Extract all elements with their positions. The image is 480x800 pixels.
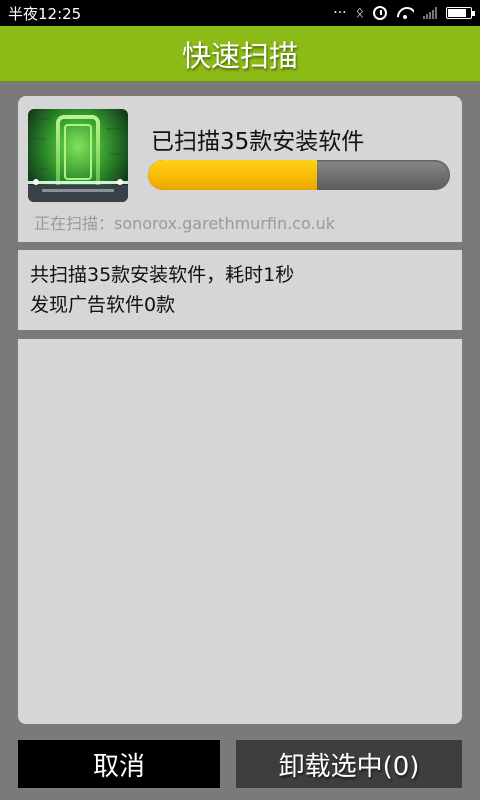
signal-icon bbox=[423, 7, 437, 19]
status-time: 半夜12:25 bbox=[8, 4, 82, 23]
scan-summary-panel: 共扫描35款安装软件，耗时1秒 发现广告软件0款 bbox=[18, 250, 462, 330]
scan-count-title: 已扫描35款安装软件 bbox=[151, 129, 365, 155]
bluetooth-icon: ᛟ bbox=[355, 5, 364, 21]
scan-status-panel: 已扫描35款安装软件 正在扫描：sonorox.garethmurfin.co.… bbox=[18, 96, 462, 242]
summary-adware-line: 发现广告软件0款 bbox=[30, 294, 176, 316]
scan-current-item: 正在扫描：sonorox.garethmurfin.co.uk bbox=[34, 214, 335, 233]
scan-progress-bar bbox=[148, 160, 450, 190]
page-title: 快速扫描 bbox=[181, 38, 298, 73]
battery-icon bbox=[446, 7, 475, 19]
uninstall-selected-button[interactable]: 卸载选中(0) bbox=[236, 740, 462, 788]
scanner-app-icon bbox=[28, 109, 128, 202]
adware-results-list[interactable] bbox=[18, 339, 462, 724]
summary-scanned-line: 共扫描35款安装软件，耗时1秒 bbox=[30, 264, 295, 286]
status-bar: 半夜12:25 ··· ᛟ bbox=[0, 0, 480, 26]
scanner-app-icon-graphic bbox=[28, 115, 128, 202]
title-bar: 快速扫描 bbox=[0, 26, 480, 82]
scan-progress-fill bbox=[148, 160, 318, 190]
alarm-icon bbox=[373, 6, 387, 20]
dots-icon: ··· bbox=[333, 5, 347, 21]
wifi-icon bbox=[396, 6, 414, 20]
cancel-button[interactable]: 取消 bbox=[18, 740, 220, 788]
